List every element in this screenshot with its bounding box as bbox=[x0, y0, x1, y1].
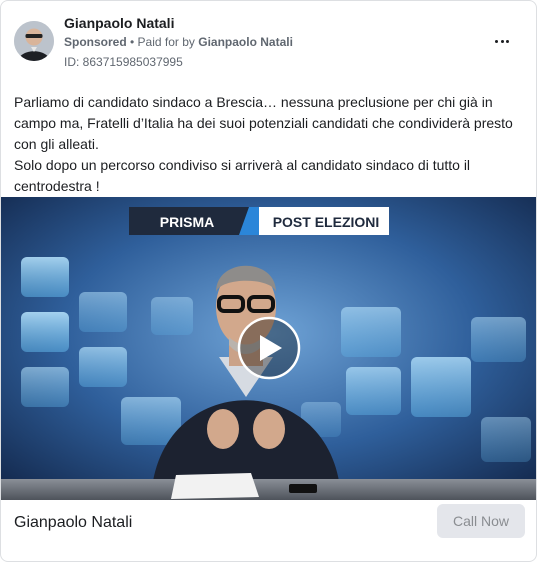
more-horizontal-icon bbox=[495, 39, 499, 43]
call-now-button[interactable]: Call Now bbox=[437, 504, 525, 538]
paid-for-name[interactable]: Gianpaolo Natali bbox=[198, 35, 293, 49]
banner-right-text: POST ELEZIONI bbox=[273, 214, 380, 230]
paid-for-prefix: Paid for by bbox=[137, 35, 199, 49]
post-footer: Gianpaolo Natali Call Now bbox=[1, 501, 536, 561]
sponsored-post-card: Gianpaolo Natali Sponsored • Paid for by… bbox=[0, 0, 537, 562]
avatar[interactable] bbox=[14, 21, 54, 61]
post-text-line: Parliamo di candidato sindaco a Brescia…… bbox=[14, 94, 513, 152]
post-text-line: Solo dopo un percorso condiviso si arriv… bbox=[14, 157, 471, 194]
author-name[interactable]: Gianpaolo Natali bbox=[64, 15, 174, 31]
footer-page-name[interactable]: Gianpaolo Natali bbox=[14, 514, 132, 532]
separator: • bbox=[126, 35, 138, 49]
post-text: Parliamo di candidato sindaco a Brescia…… bbox=[14, 92, 526, 197]
sponsor-line: Sponsored • Paid for by Gianpaolo Natali bbox=[64, 35, 293, 49]
sponsored-label: Sponsored bbox=[64, 35, 127, 49]
avatar-image bbox=[14, 21, 54, 61]
video-thumbnail: PRISMA POST ELEZIONI bbox=[1, 197, 536, 500]
banner-left-text: PRISMA bbox=[160, 214, 214, 230]
ad-id: ID: 863715985037995 bbox=[64, 55, 183, 69]
more-options-button[interactable] bbox=[490, 31, 514, 51]
play-icon bbox=[237, 316, 301, 380]
video-player[interactable]: PRISMA POST ELEZIONI bbox=[1, 197, 536, 500]
post-header: Gianpaolo Natali Sponsored • Paid for by… bbox=[1, 1, 536, 81]
